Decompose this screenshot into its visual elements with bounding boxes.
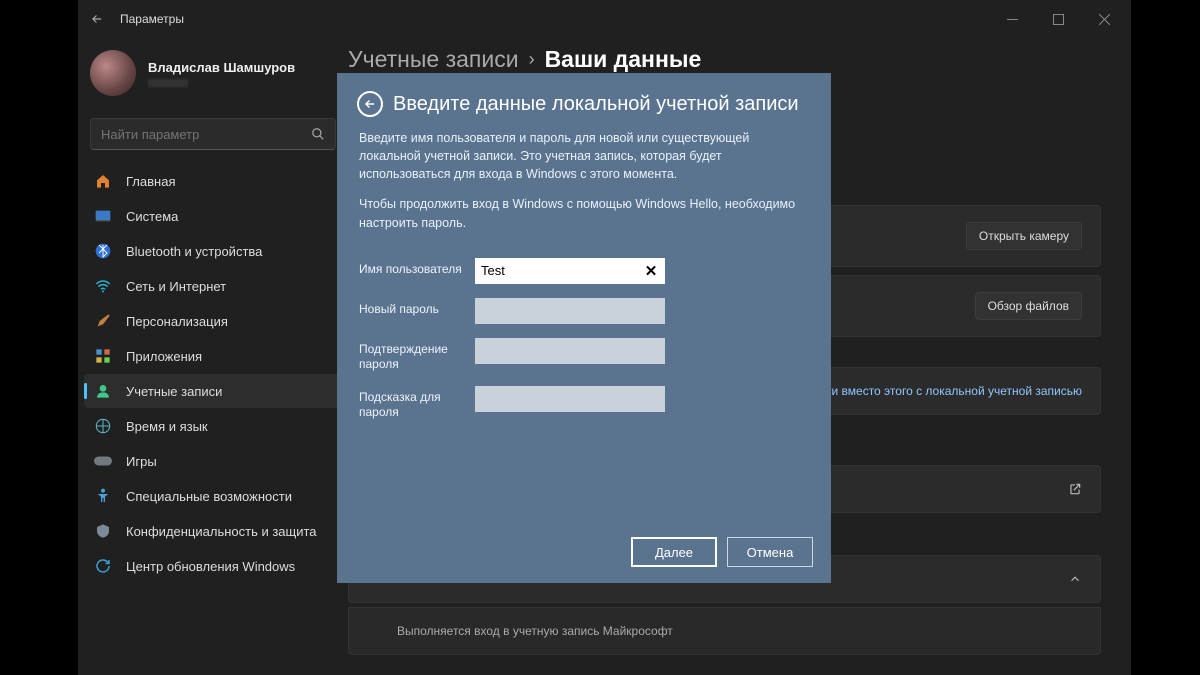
next-button[interactable]: Далее [631,537,717,567]
nav-label: Специальные возможности [126,489,292,504]
open-camera-button[interactable]: Открыть камеру [966,222,1082,250]
confirm-password-label: Подтверждение пароля [359,338,465,372]
update-icon [94,557,112,575]
hint-field[interactable] [475,386,665,412]
nav-label: Игры [126,454,157,469]
search-input[interactable] [91,127,311,142]
chevron-up-icon [1068,572,1082,586]
nav-accounts[interactable]: Учетные записи [84,374,342,408]
nav-bluetooth[interactable]: Bluetooth и устройства [84,234,342,268]
wifi-icon [94,277,112,295]
nav-label: Персонализация [126,314,228,329]
window-title: Параметры [120,12,184,26]
gamepad-icon [94,452,112,470]
chevron-right-icon: › [529,49,535,70]
local-account-dialog: Введите данные локальной учетной записи … [337,73,831,583]
maximize-button[interactable] [1035,3,1081,35]
hint-input[interactable] [475,386,665,412]
close-button[interactable] [1081,3,1127,35]
confirm-password-input[interactable] [475,338,665,364]
accessibility-icon [94,487,112,505]
nav-apps[interactable]: Приложения [84,339,342,373]
nav-windows-update[interactable]: Центр обновления Windows [84,549,342,583]
hint-label: Подсказка для пароля [359,386,465,420]
nav-label: Система [126,209,178,224]
nav-gaming[interactable]: Игры [84,444,342,478]
account-status: Выполняется вход в учетную запись Майкро… [348,607,1101,655]
local-account-link[interactable]: Войти вместо этого с локальной учетной з… [805,384,1082,398]
nav-network[interactable]: Сеть и Интернет [84,269,342,303]
username-field[interactable]: ✕ [475,258,665,284]
titlebar: Параметры [78,0,1131,38]
nav-label: Время и язык [126,419,208,434]
nav-privacy[interactable]: Конфиденциальность и защита [84,514,342,548]
back-button[interactable] [88,10,106,28]
nav-label: Bluetooth и устройства [126,244,262,259]
nav-label: Конфиденциальность и защита [126,524,317,539]
dialog-paragraph-1: Введите имя пользователя и пароль для но… [359,129,809,183]
breadcrumb-parent[interactable]: Учетные записи [348,46,519,73]
nav-system[interactable]: Система [84,199,342,233]
nav-label: Учетные записи [126,384,222,399]
nav-personalization[interactable]: Персонализация [84,304,342,338]
person-icon [94,382,112,400]
home-icon [94,172,112,190]
sidebar: Владислав Шамшуров Главная Система [78,38,348,675]
new-password-label: Новый пароль [359,298,465,317]
bluetooth-icon [94,242,112,260]
browse-files-button[interactable]: Обзор файлов [975,292,1082,320]
system-icon [94,207,112,225]
search-field[interactable] [90,118,336,150]
search-icon [311,127,335,141]
nav-label: Главная [126,174,175,189]
dialog-back-button[interactable] [357,91,383,117]
apps-icon [94,347,112,365]
minimize-button[interactable] [989,3,1035,35]
nav-home[interactable]: Главная [84,164,342,198]
nav-label: Приложения [126,349,202,364]
nav: Главная Система Bluetooth и устройства С… [84,164,342,583]
open-external-icon [1068,482,1082,496]
globe-clock-icon [94,417,112,435]
nav-label: Центр обновления Windows [126,559,295,574]
clear-icon[interactable]: ✕ [641,258,661,284]
new-password-input[interactable] [475,298,665,324]
user-name: Владислав Шамшуров [148,60,295,75]
dialog-title: Введите данные локальной учетной записи [393,93,799,116]
confirm-password-field[interactable] [475,338,665,364]
username-input[interactable] [475,258,665,284]
user-block[interactable]: Владислав Шамшуров [84,44,342,114]
nav-time-language[interactable]: Время и язык [84,409,342,443]
cancel-button[interactable]: Отмена [727,537,813,567]
avatar [90,50,136,96]
new-password-field[interactable] [475,298,665,324]
username-label: Имя пользователя [359,258,465,277]
breadcrumb-current: Ваши данные [545,46,702,73]
brush-icon [94,312,112,330]
nav-accessibility[interactable]: Специальные возможности [84,479,342,513]
nav-label: Сеть и Интернет [126,279,226,294]
shield-icon [94,522,112,540]
dialog-paragraph-2: Чтобы продолжить вход в Windows с помощь… [359,195,809,231]
user-email-redacted [148,79,188,87]
